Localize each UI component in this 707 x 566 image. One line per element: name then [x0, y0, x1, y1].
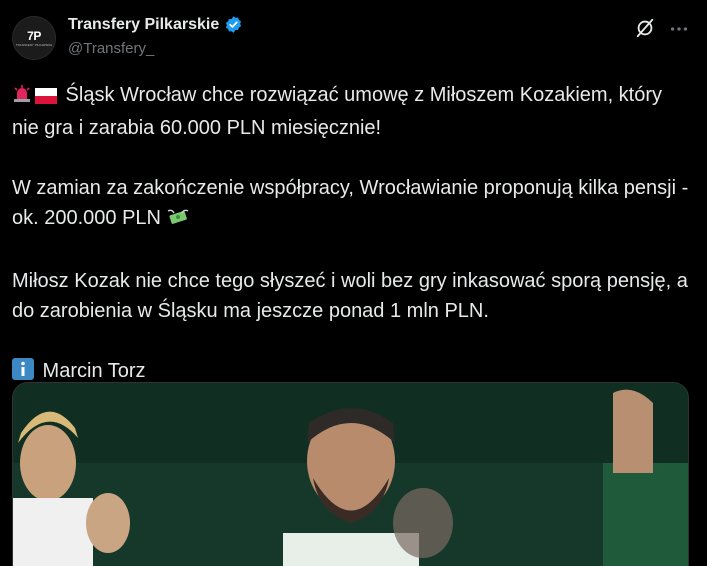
verified-badge-icon[interactable]	[224, 15, 243, 34]
avatar-logo-subtext: TRANSFERY PILKARSKIE	[15, 42, 53, 47]
tweet-card: 7P TRANSFERY PILKARSKIE Transfery Pilkar…	[0, 0, 707, 566]
grok-icon[interactable]	[634, 17, 656, 39]
author-name-row: Transfery Pilkarskie	[68, 15, 243, 34]
poland-flag-icon	[35, 83, 57, 113]
avatar[interactable]: 7P TRANSFERY PILKARSKIE	[12, 16, 56, 60]
tweet-text: Śląsk Wrocław chce rozwiązać umowę z Mił…	[12, 80, 692, 419]
tweet-media-image[interactable]	[12, 382, 689, 566]
tweet-paragraph-3: Miłosz Kozak nie chce tego słyszeć i wol…	[12, 270, 688, 322]
more-icon[interactable]	[668, 18, 690, 40]
money-wings-icon	[167, 206, 189, 236]
tweet-paragraph-2: W zamian za zakończenie współpracy, Wroc…	[12, 173, 692, 236]
author-handle[interactable]: @Transfery_	[68, 40, 154, 57]
tweet-paragraph-1: Śląsk Wrocław chce rozwiązać umowę z Mił…	[12, 83, 663, 139]
avatar-logo: 7P	[27, 28, 41, 43]
media-photo-illustration	[13, 383, 688, 566]
siren-icon	[12, 83, 32, 113]
author-display-name[interactable]: Transfery Pilkarskie	[68, 16, 219, 34]
